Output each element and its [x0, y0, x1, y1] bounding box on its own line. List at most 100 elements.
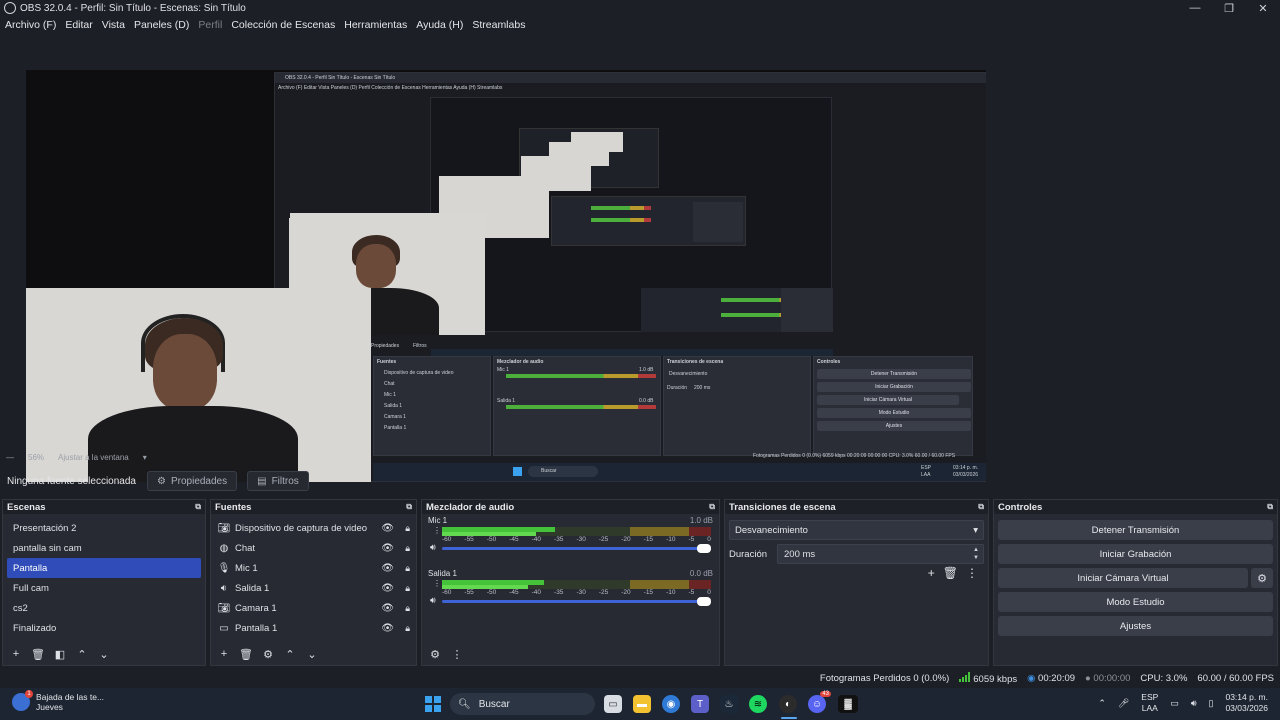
menu-streamlabs[interactable]: Streamlabs	[472, 19, 525, 31]
network-icon[interactable]: ▭	[1170, 698, 1179, 709]
add-icon[interactable]: +	[928, 566, 935, 580]
language-indicator[interactable]: ESP LAA	[1141, 692, 1158, 714]
transition-select[interactable]: Desvanecimiento ▾	[729, 520, 984, 540]
start-virtual-camera-button[interactable]: Iniciar Cámara Virtual	[998, 568, 1248, 588]
clock[interactable]: 03:14 p. m. 03/03/2026	[1225, 692, 1268, 714]
menu-editar[interactable]: Editar	[65, 19, 92, 31]
weather-widget[interactable]: 1 Bajada de las te... Jueves	[12, 690, 104, 712]
menu-archivo[interactable]: Archivo (F)	[5, 19, 56, 31]
maximize-icon[interactable]: ❐	[1212, 0, 1246, 16]
undock-icon[interactable]: ⧉	[709, 502, 715, 512]
advanced-audio-icon[interactable]: ⚙	[426, 645, 444, 663]
duration-input[interactable]: 200 ms ▲ ▼	[777, 544, 984, 564]
scene-item[interactable]: Presentación 2	[7, 518, 201, 538]
eye-icon[interactable]: 👁︎	[381, 543, 394, 554]
undock-icon[interactable]: ⧉	[195, 502, 201, 512]
eye-icon[interactable]: 👁︎	[381, 583, 394, 594]
scene-item[interactable]: Full cam	[7, 578, 201, 598]
spotify-icon[interactable]: ≋	[749, 695, 767, 713]
undock-icon[interactable]: ⧉	[406, 502, 412, 512]
menu-ayuda[interactable]: Ayuda (H)	[416, 19, 463, 31]
eye-icon[interactable]: 👁︎	[381, 523, 394, 534]
preview-canvas[interactable]: OBS 32.0.4 - Perfil Sin Título - Escenas…	[26, 70, 986, 482]
minimize-icon[interactable]: —	[1178, 0, 1212, 16]
menu-coleccion-escenas[interactable]: Colección de Escenas	[231, 19, 335, 31]
source-item[interactable]: ◍ Chat 👁︎ 🔒︎	[211, 538, 416, 558]
scene-item[interactable]: Pantalla	[7, 558, 201, 578]
settings-button[interactable]: Ajustes	[998, 616, 1273, 636]
trash-icon[interactable]: 🗑	[237, 645, 255, 663]
task-view-icon[interactable]: ▭	[604, 695, 622, 713]
move-up-icon[interactable]: ⌃	[73, 645, 91, 663]
undock-icon[interactable]: ⧉	[978, 502, 984, 512]
start-recording-button[interactable]: Iniciar Grabación	[998, 544, 1273, 564]
menu-paneles[interactable]: Paneles (D)	[134, 19, 189, 31]
scene-item[interactable]: Finalizado	[7, 618, 201, 638]
preview-area[interactable]: OBS 32.0.4 - Perfil Sin Título - Escenas…	[0, 33, 1280, 482]
lock-icon[interactable]: 🔒︎	[405, 523, 410, 534]
chevron-up-icon[interactable]: ⌃	[1098, 698, 1106, 709]
more-options-icon[interactable]: ⋮	[433, 526, 441, 535]
scene-item[interactable]: pantalla sin cam	[7, 538, 201, 558]
add-icon[interactable]: +	[215, 645, 233, 663]
move-up-icon[interactable]: ⌃	[281, 645, 299, 663]
lock-icon[interactable]: 🔒︎	[405, 623, 410, 634]
menu-herramientas[interactable]: Herramientas	[344, 19, 407, 31]
more-options-icon[interactable]: ⋮	[966, 566, 978, 580]
eye-icon[interactable]: 👁︎	[381, 563, 394, 574]
discord-icon[interactable]: ☺ 43	[808, 691, 831, 713]
virtual-camera-settings-icon[interactable]: ⚙	[1251, 568, 1273, 588]
start-button-icon[interactable]	[425, 696, 441, 712]
scenes-title: Escenas	[7, 501, 46, 513]
source-item[interactable]: 📷︎ Dispositivo de captura de video 👁︎ 🔒︎	[211, 518, 416, 538]
properties-button[interactable]: ⚙ Propiedades	[147, 471, 238, 491]
studio-mode-button[interactable]: Modo Estudio	[998, 592, 1273, 612]
menu-vista[interactable]: Vista	[102, 19, 125, 31]
obs-taskbar-icon[interactable]: ◐	[779, 695, 797, 713]
dw7-icon[interactable]: ▓	[838, 695, 858, 713]
undock-icon[interactable]: ⧉	[1267, 502, 1273, 512]
zoom-out-icon[interactable]: —	[6, 453, 14, 462]
steam-icon[interactable]: ♨	[720, 695, 738, 713]
volume-slider[interactable]	[442, 597, 711, 606]
lock-icon[interactable]: 🔒︎	[405, 603, 410, 614]
move-down-icon[interactable]: ⌄	[95, 645, 113, 663]
lock-icon[interactable]: 🔒︎	[405, 543, 410, 554]
eye-icon[interactable]: 👁︎	[381, 603, 394, 614]
lock-icon[interactable]: 🔒︎	[405, 563, 410, 574]
filters-button[interactable]: ▤ Filtros	[247, 471, 309, 491]
more-options-icon[interactable]: ⋮	[433, 579, 441, 588]
taskbar-search[interactable]: 🔍︎ Buscar	[450, 693, 595, 715]
scene-item[interactable]: cs2	[7, 598, 201, 618]
add-icon[interactable]: +	[7, 645, 25, 663]
teams-icon[interactable]: T	[691, 695, 709, 713]
more-options-icon[interactable]: ⋮	[448, 645, 466, 663]
source-item[interactable]: 🔉︎ Salida 1 👁︎ 🔒︎	[211, 578, 416, 598]
battery-icon[interactable]: ▯	[1209, 698, 1214, 709]
gear-icon[interactable]: ⚙	[259, 645, 277, 663]
volume-icon[interactable]: 🔊︎	[1191, 698, 1197, 709]
chrome-icon[interactable]: ◉	[662, 695, 680, 713]
spinner-icon[interactable]: ▲ ▼	[973, 546, 979, 562]
microphone-icon[interactable]: 🎤︎	[1118, 698, 1129, 709]
speaker-icon[interactable]: 🔊︎	[430, 542, 436, 553]
menu-perfil[interactable]: Perfil	[198, 19, 222, 31]
slider-handle[interactable]	[697, 544, 711, 553]
move-down-icon[interactable]: ⌄	[303, 645, 321, 663]
file-explorer-icon[interactable]: ▬	[633, 695, 651, 713]
lock-icon[interactable]: 🔒︎	[405, 583, 410, 594]
speaker-icon[interactable]: 🔊︎	[430, 595, 436, 606]
source-item[interactable]: ▭ Pantalla 1 👁︎ 🔒︎	[211, 618, 416, 638]
eye-icon[interactable]: 👁︎	[381, 623, 394, 634]
trash-icon[interactable]: 🗑	[943, 566, 958, 580]
close-icon[interactable]: ✕	[1246, 0, 1280, 16]
zoom-dropdown-icon[interactable]: ▾	[143, 453, 147, 462]
zoom-fit-label[interactable]: Ajustar a la ventana	[58, 453, 129, 462]
filters-icon[interactable]: ◧	[51, 645, 69, 663]
source-item[interactable]: 🎙︎ Mic 1 👁︎ 🔒︎	[211, 558, 416, 578]
stop-stream-button[interactable]: Detener Transmisión	[998, 520, 1273, 540]
trash-icon[interactable]: 🗑	[29, 645, 47, 663]
slider-handle[interactable]	[697, 597, 711, 606]
source-item[interactable]: 📷︎ Camara 1 👁︎ 🔒︎	[211, 598, 416, 618]
volume-slider[interactable]	[442, 544, 711, 553]
